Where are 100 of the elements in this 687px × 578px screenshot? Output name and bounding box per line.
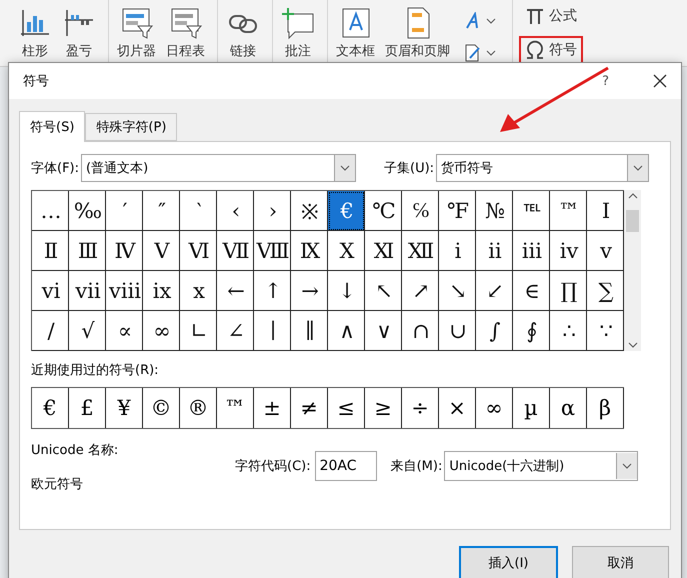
dialog-button[interactable]: 插入(I): [459, 546, 558, 578]
symbol-cell[interactable]: ↗: [402, 271, 439, 311]
symbol-cell[interactable]: ⅲ: [513, 231, 550, 271]
symbol-cell[interactable]: ↓: [328, 271, 365, 311]
symbol-cell[interactable]: ∫: [476, 311, 513, 351]
recent-symbol-cell[interactable]: ∞: [476, 388, 513, 428]
symbol-cell[interactable]: ‰: [69, 191, 106, 231]
tab[interactable]: 特殊字符(P): [85, 113, 178, 141]
ribbon-button[interactable]: 批注: [279, 6, 317, 66]
symbol-cell[interactable]: Ⅹ: [328, 231, 365, 271]
symbol-cell[interactable]: Ⅻ: [402, 231, 439, 271]
recent-symbol-cell[interactable]: £: [69, 388, 106, 428]
symbol-cell[interactable]: ⅷ: [106, 271, 143, 311]
symbol-cell[interactable]: Ⅴ: [143, 231, 180, 271]
symbol-cell[interactable]: Ⅱ: [32, 231, 69, 271]
ribbon-button[interactable]: 文本框: [334, 6, 377, 66]
symbol-cell[interactable]: ⅴ: [587, 231, 624, 271]
symbol-cell[interactable]: ∕: [32, 311, 69, 351]
symbol-cell[interactable]: Ⅺ: [365, 231, 402, 271]
symbol-cell[interactable]: √: [69, 311, 106, 351]
symbol-cell[interactable]: ⅰ: [439, 231, 476, 271]
symbol-cell[interactable]: ∠: [217, 311, 254, 351]
tab[interactable]: 符号(S): [19, 111, 86, 142]
symbol-cell[interactable]: ∑: [587, 271, 624, 311]
symbol-cell[interactable]: ⅱ: [476, 231, 513, 271]
symbol-cell[interactable]: ℃: [365, 191, 402, 231]
symbol-cell[interactable]: Ⅷ: [254, 231, 291, 271]
symbol-cell[interactable]: ℉: [439, 191, 476, 231]
symbol-cell[interactable]: ⅶ: [69, 271, 106, 311]
symbol-cell[interactable]: №: [476, 191, 513, 231]
recent-symbol-cell[interactable]: ×: [439, 388, 476, 428]
ribbon-button[interactable]: 盈亏: [60, 6, 98, 66]
symbol-cell[interactable]: ℅: [402, 191, 439, 231]
symbol-cell[interactable]: ∩: [402, 311, 439, 351]
ribbon-button[interactable]: 公式: [519, 2, 583, 30]
symbol-cell[interactable]: …: [32, 191, 69, 231]
symbol-cell[interactable]: ∪: [439, 311, 476, 351]
scrollbar[interactable]: [624, 190, 641, 351]
symbol-cell[interactable]: ⅹ: [180, 271, 217, 311]
symbol-cell[interactable]: ↖: [365, 271, 402, 311]
font-dropdown[interactable]: (普通文本): [81, 154, 356, 182]
recent-symbol-cell[interactable]: ™: [217, 388, 254, 428]
symbol-cell[interactable]: ″: [143, 191, 180, 231]
symbol-cell[interactable]: →: [291, 271, 328, 311]
symbol-cell[interactable]: ⅳ: [550, 231, 587, 271]
symbol-cell[interactable]: ‵: [180, 191, 217, 231]
recent-symbol-cell[interactable]: ÷: [402, 388, 439, 428]
dialog-button[interactable]: 取消: [572, 546, 669, 578]
recent-symbol-cell[interactable]: €: [32, 388, 69, 428]
symbol-cell[interactable]: ⅸ: [143, 271, 180, 311]
symbol-cell[interactable]: ∮: [513, 311, 550, 351]
symbol-cell[interactable]: ∣: [254, 311, 291, 351]
recent-symbol-cell[interactable]: α: [550, 388, 587, 428]
recent-symbol-cell[interactable]: ≠: [291, 388, 328, 428]
symbol-cell[interactable]: ∟: [180, 311, 217, 351]
symbol-cell[interactable]: ∝: [106, 311, 143, 351]
recent-symbol-cell[interactable]: ≤: [328, 388, 365, 428]
recent-symbol-cell[interactable]: ¥: [106, 388, 143, 428]
symbol-cell[interactable]: Ⅰ: [587, 191, 624, 231]
symbol-cell[interactable]: ′: [106, 191, 143, 231]
symbol-cell[interactable]: ∨: [365, 311, 402, 351]
recent-symbol-cell[interactable]: ≥: [365, 388, 402, 428]
symbol-cell[interactable]: ↙: [476, 271, 513, 311]
symbol-cell[interactable]: ←: [217, 271, 254, 311]
help-button[interactable]: ?: [602, 74, 609, 88]
symbol-cell[interactable]: €: [328, 191, 365, 231]
recent-symbol-cell[interactable]: ®: [180, 388, 217, 428]
symbol-cell[interactable]: ∵: [587, 311, 624, 351]
symbol-cell[interactable]: Ⅲ: [69, 231, 106, 271]
close-icon[interactable]: [653, 74, 667, 88]
symbol-cell[interactable]: ∥: [291, 311, 328, 351]
symbol-cell[interactable]: ∞: [143, 311, 180, 351]
symbol-cell[interactable]: ∈: [513, 271, 550, 311]
ribbon-button[interactable]: 切片器: [115, 6, 158, 66]
symbol-cell[interactable]: ℡: [513, 191, 550, 231]
symbol-cell[interactable]: ∧: [328, 311, 365, 351]
symbol-cell[interactable]: ※: [291, 191, 328, 231]
symbol-cell[interactable]: ⅵ: [32, 271, 69, 311]
symbol-cell[interactable]: Ⅵ: [180, 231, 217, 271]
recent-symbol-cell[interactable]: ±: [254, 388, 291, 428]
symbol-cell[interactable]: ∴: [550, 311, 587, 351]
symbol-cell[interactable]: ‹: [217, 191, 254, 231]
symbol-cell[interactable]: ↘: [439, 271, 476, 311]
symbol-cell[interactable]: ™: [550, 191, 587, 231]
symbol-cell[interactable]: ›: [254, 191, 291, 231]
scrollbar-thumb[interactable]: [626, 210, 639, 232]
symbol-cell[interactable]: Ⅳ: [106, 231, 143, 271]
symbol-cell[interactable]: ↑: [254, 271, 291, 311]
from-dropdown[interactable]: Unicode(十六进制): [444, 451, 638, 481]
recent-symbol-cell[interactable]: ©: [143, 388, 180, 428]
symbol-cell[interactable]: ∏: [550, 271, 587, 311]
recent-symbol-cell[interactable]: β: [587, 388, 624, 428]
ribbon-button[interactable]: 日程表: [164, 6, 207, 66]
ribbon-button[interactable]: 链接: [224, 6, 262, 66]
symbol-cell[interactable]: Ⅶ: [217, 231, 254, 271]
code-field[interactable]: 20AC: [314, 451, 377, 481]
subset-dropdown[interactable]: 货币符号: [436, 154, 650, 182]
recent-symbol-cell[interactable]: µ: [513, 388, 550, 428]
ribbon-button[interactable]: 柱形: [16, 6, 54, 66]
ribbon-button[interactable]: 页眉和页脚: [383, 6, 452, 66]
